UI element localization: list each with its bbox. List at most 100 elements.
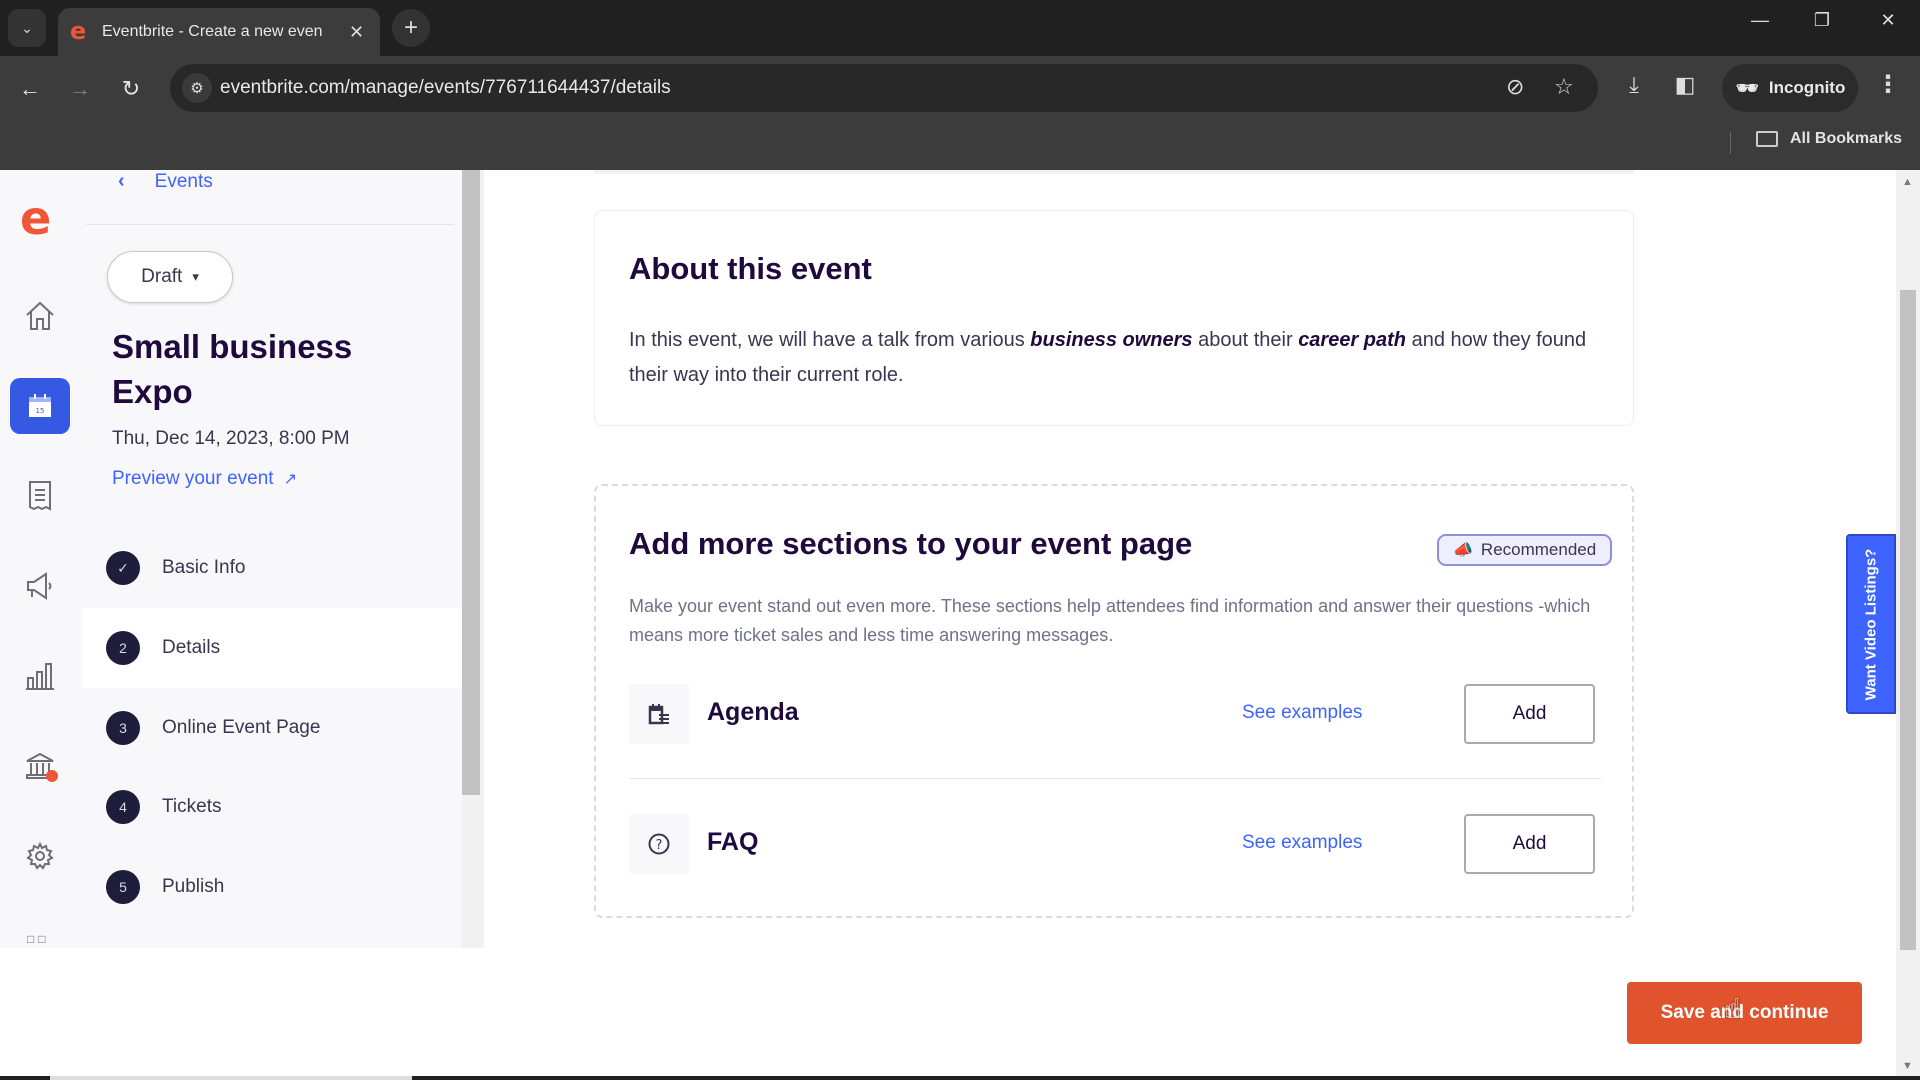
step-number: 5 bbox=[106, 870, 140, 904]
incognito-indicator[interactable]: 🕶 Incognito bbox=[1722, 64, 1858, 112]
chevron-down-icon: ▾ bbox=[192, 269, 199, 284]
forward-button[interactable]: → bbox=[63, 72, 97, 106]
tab-title: Eventbrite - Create a new even bbox=[102, 23, 323, 40]
save-and-continue-button[interactable]: Save and continue bbox=[1627, 982, 1862, 1044]
step-online-event-page[interactable]: 3 Online Event Page bbox=[82, 688, 462, 768]
bookmarks-separator bbox=[1730, 132, 1731, 154]
faq-question-icon: ? bbox=[629, 814, 689, 874]
section-row-agenda: Agenda See examples Add bbox=[629, 684, 1601, 778]
video-listings-label: Want Video Listings? bbox=[1862, 548, 1880, 700]
marketing-megaphone-icon bbox=[27, 572, 52, 600]
eventbrite-favicon-icon: e bbox=[70, 17, 87, 45]
preview-event-link[interactable]: Preview your event ↗ bbox=[112, 468, 297, 490]
step-basic-info[interactable]: ✓ Basic Info bbox=[82, 528, 462, 608]
section-row-faq: ? FAQ See examples Add bbox=[629, 814, 1601, 908]
apps-grid-icon[interactable]: □□ bbox=[27, 932, 50, 946]
rail-orders[interactable] bbox=[10, 468, 70, 524]
notification-dot bbox=[46, 770, 58, 782]
minimize-window-button[interactable]: — bbox=[1740, 10, 1780, 31]
section-name: Agenda bbox=[707, 698, 799, 726]
step-details[interactable]: 2 Details bbox=[82, 608, 462, 688]
all-bookmarks-button[interactable]: All Bookmarks bbox=[1756, 130, 1902, 148]
add-sections-heading: Add more sections to your event page bbox=[629, 526, 1193, 561]
browser-toolbar: ← → ↻ ⚙ eventbrite.com/manage/events/776… bbox=[0, 56, 1920, 122]
svg-text:15: 15 bbox=[36, 407, 45, 415]
back-button[interactable]: ← bbox=[13, 72, 47, 106]
step-number: 3 bbox=[106, 711, 140, 745]
rail-marketing[interactable] bbox=[10, 558, 70, 614]
section-divider bbox=[629, 778, 1601, 779]
folder-icon bbox=[1756, 131, 1778, 147]
about-description: In this event, we will have a talk from … bbox=[629, 329, 1587, 386]
event-status-value: Draft bbox=[141, 266, 183, 287]
step-tickets[interactable]: 4 Tickets bbox=[82, 767, 462, 847]
plus-icon: + bbox=[403, 14, 418, 41]
scroll-up-arrow-icon[interactable]: ▲ bbox=[1902, 176, 1913, 188]
eye-off-icon[interactable]: ⊘ bbox=[1506, 74, 1524, 100]
main-content: About this event In this event, we will … bbox=[484, 170, 1884, 1080]
add-agenda-button[interactable]: Add bbox=[1464, 684, 1595, 744]
about-event-card[interactable]: About this event In this event, we will … bbox=[594, 210, 1634, 426]
incognito-icon: 🕶 bbox=[1736, 77, 1759, 98]
event-title: Small business Expo bbox=[112, 328, 353, 410]
browser-menu-icon[interactable]: ⋮ bbox=[1876, 70, 1900, 99]
agenda-icon bbox=[629, 684, 689, 744]
rail-reports[interactable] bbox=[10, 648, 70, 704]
download-icon[interactable]: ⤓ bbox=[1617, 72, 1651, 98]
chevron-down-icon: ⌄ bbox=[21, 19, 33, 36]
add-faq-button[interactable]: Add bbox=[1464, 814, 1595, 874]
browser-chrome: ⌄ e Eventbrite - Create a new even ✕ + —… bbox=[0, 0, 1920, 170]
step-label: Tickets bbox=[162, 796, 222, 817]
close-tab-icon[interactable]: ✕ bbox=[349, 22, 364, 43]
recommended-badge: 📣 Recommended bbox=[1437, 534, 1613, 566]
see-examples-link[interactable]: See examples bbox=[1242, 832, 1362, 854]
url-text[interactable]: eventbrite.com/manage/events/77671164443… bbox=[220, 77, 671, 99]
rail-home[interactable] bbox=[10, 288, 70, 344]
taskbar-highlight bbox=[50, 1076, 412, 1080]
megaphone-icon: 📣 bbox=[1453, 542, 1473, 559]
eventbrite-app: e 15 □□ ‹ Events Draft ▾ Small business … bbox=[0, 170, 1920, 1080]
add-sections-card: Add more sections to your event page 📣 R… bbox=[594, 484, 1634, 918]
step-number: 2 bbox=[106, 631, 140, 665]
step-number: 4 bbox=[106, 790, 140, 824]
external-link-icon: ↗ bbox=[283, 471, 297, 488]
step-label: Publish bbox=[162, 876, 225, 897]
hand-cursor-icon: ☝ bbox=[1724, 993, 1742, 1024]
browser-tab-active[interactable]: e Eventbrite - Create a new even ✕ bbox=[58, 8, 380, 56]
preview-event-label: Preview your event bbox=[112, 468, 274, 489]
side-panel-icon[interactable]: ◧ bbox=[1668, 72, 1702, 98]
site-settings-icon[interactable]: ⚙ bbox=[182, 73, 212, 103]
sidebar-divider bbox=[86, 224, 454, 225]
event-sidebar: ‹ Events Draft ▾ Small business Expo Thu… bbox=[82, 170, 462, 948]
section-name: FAQ bbox=[707, 828, 759, 856]
see-examples-link[interactable]: See examples bbox=[1242, 702, 1362, 724]
back-events-label: Events bbox=[154, 170, 213, 192]
incognito-label: Incognito bbox=[1768, 78, 1846, 97]
rail-finance[interactable] bbox=[10, 738, 70, 794]
step-publish[interactable]: 5 Publish bbox=[82, 847, 462, 927]
reports-chart-icon bbox=[26, 663, 54, 690]
restore-window-button[interactable]: ❐ bbox=[1802, 10, 1842, 31]
step-label: Basic Info bbox=[162, 557, 246, 578]
bookmark-star-icon[interactable]: ☆ bbox=[1554, 74, 1574, 100]
add-sections-description: Make your event stand out even more. The… bbox=[629, 596, 1591, 645]
arrow-right-icon: → bbox=[69, 76, 91, 101]
want-video-listings-tab[interactable]: Want Video Listings? bbox=[1846, 534, 1896, 714]
event-status-dropdown[interactable]: Draft ▾ bbox=[107, 251, 233, 303]
page-scrollbar-thumb[interactable] bbox=[1900, 290, 1916, 950]
new-tab-button[interactable]: + bbox=[392, 9, 430, 47]
sidebar-scrollbar-thumb[interactable] bbox=[462, 170, 480, 795]
previous-card-edge bbox=[594, 170, 1634, 174]
address-bar[interactable]: ⚙ eventbrite.com/manage/events/776711644… bbox=[170, 64, 1598, 112]
back-to-events-link[interactable]: ‹ Events bbox=[118, 170, 213, 193]
rail-events[interactable]: 15 bbox=[10, 378, 70, 434]
arrow-left-icon: ← bbox=[19, 76, 41, 101]
eventbrite-logo-icon[interactable]: e bbox=[20, 195, 51, 241]
scroll-down-arrow-icon[interactable]: ▼ bbox=[1902, 1060, 1913, 1072]
reload-button[interactable]: ↻ bbox=[114, 72, 148, 106]
rail-settings[interactable] bbox=[10, 828, 70, 884]
all-bookmarks-label: All Bookmarks bbox=[1790, 130, 1903, 147]
tab-search-button[interactable]: ⌄ bbox=[8, 9, 46, 47]
close-window-button[interactable]: ✕ bbox=[1868, 10, 1908, 31]
event-datetime: Thu, Dec 14, 2023, 8:00 PM bbox=[112, 428, 350, 449]
